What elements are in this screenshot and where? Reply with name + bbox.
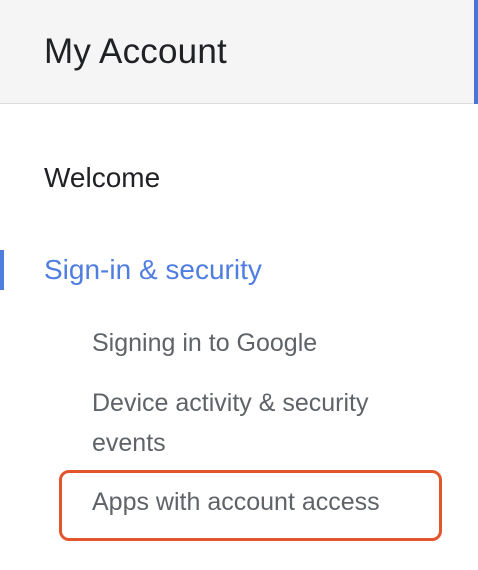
sub-item-device-activity[interactable]: Device activity & security events [92,383,432,463]
app-header: My Account [0,0,474,104]
nav-item-welcome[interactable]: Welcome [44,154,160,202]
sub-item-signing-in[interactable]: Signing in to Google [92,323,432,363]
app-title: My Account [44,32,227,71]
header-accent-strip [474,0,478,104]
active-indicator [0,250,4,290]
highlight-box [59,470,442,541]
nav-item-sign-in-security[interactable]: Sign-in & security [44,246,262,294]
